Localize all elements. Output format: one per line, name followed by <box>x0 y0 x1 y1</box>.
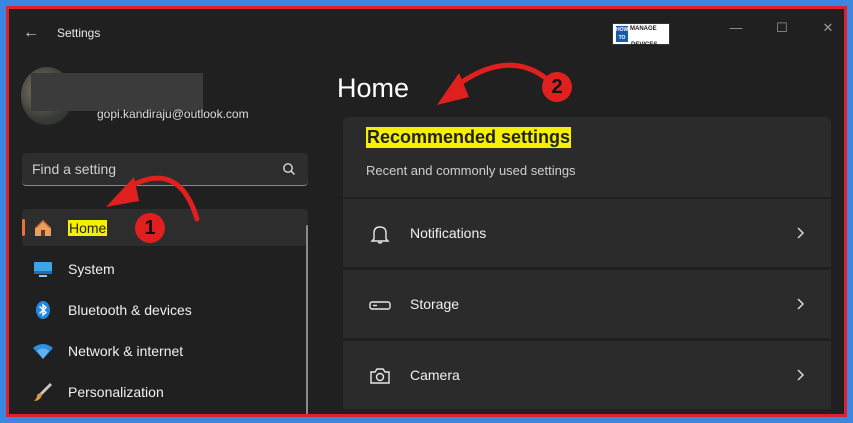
settings-window: ← Settings HOW TOMANAGE DEVICES — ☐ ✕ go… <box>6 6 847 417</box>
annotation-arrows <box>106 62 550 222</box>
callout-badge-2: 2 <box>542 72 572 102</box>
callout-badge-1: 1 <box>135 213 165 243</box>
